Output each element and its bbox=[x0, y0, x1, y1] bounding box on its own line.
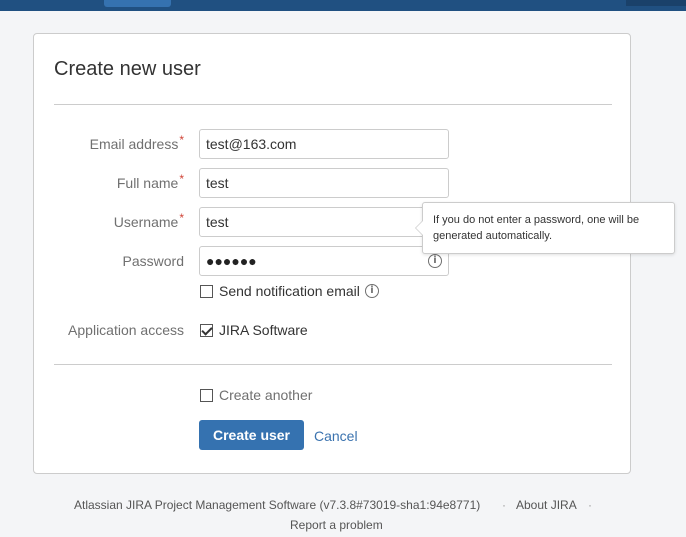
password-tooltip: If you do not enter a password, one will… bbox=[415, 202, 675, 254]
username-field[interactable] bbox=[199, 207, 449, 237]
info-icon[interactable]: i bbox=[428, 254, 442, 268]
create-another-checkbox[interactable] bbox=[200, 389, 213, 402]
nav-active-tab[interactable] bbox=[104, 0, 171, 7]
send-notification-checkbox[interactable] bbox=[200, 285, 213, 298]
fullname-label-text: Full name bbox=[116, 175, 179, 191]
nav-right-item[interactable] bbox=[626, 0, 686, 6]
footer-separator: · bbox=[502, 498, 506, 512]
dialog-title: Create new user bbox=[54, 58, 201, 80]
fullname-label: Full name* bbox=[116, 172, 184, 191]
email-label: Email address* bbox=[89, 133, 184, 152]
email-label-text: Email address bbox=[89, 136, 179, 152]
section-divider bbox=[54, 364, 612, 365]
password-field[interactable]: ●●●●●● i bbox=[199, 246, 449, 276]
footer-report-problem-link[interactable]: Report a problem bbox=[290, 518, 383, 532]
email-field[interactable] bbox=[199, 129, 449, 159]
cancel-link[interactable]: Cancel bbox=[314, 428, 358, 444]
jira-software-label: JIRA Software bbox=[219, 322, 308, 338]
title-divider bbox=[54, 104, 612, 105]
required-marker: * bbox=[179, 133, 184, 147]
password-label: Password bbox=[122, 253, 184, 269]
required-marker: * bbox=[179, 172, 184, 186]
username-label: Username* bbox=[113, 211, 184, 230]
info-icon[interactable]: i bbox=[365, 284, 379, 298]
top-navigation-bar bbox=[0, 0, 686, 11]
footer-product-link[interactable]: Atlassian JIRA Project Management Softwa… bbox=[74, 498, 480, 512]
send-notification-label: Send notification email bbox=[219, 283, 360, 299]
footer-about-link[interactable]: About JIRA bbox=[516, 498, 577, 512]
jira-software-checkbox[interactable] bbox=[200, 324, 213, 337]
application-access-label: Application access bbox=[68, 322, 184, 338]
fullname-field[interactable] bbox=[199, 168, 449, 198]
required-marker: * bbox=[179, 211, 184, 225]
create-user-button[interactable]: Create user bbox=[199, 420, 304, 450]
create-another-label: Create another bbox=[219, 387, 313, 403]
username-label-text: Username bbox=[113, 214, 179, 230]
footer-separator: · bbox=[588, 498, 592, 512]
password-masked-value: ●●●●●● bbox=[206, 253, 257, 269]
